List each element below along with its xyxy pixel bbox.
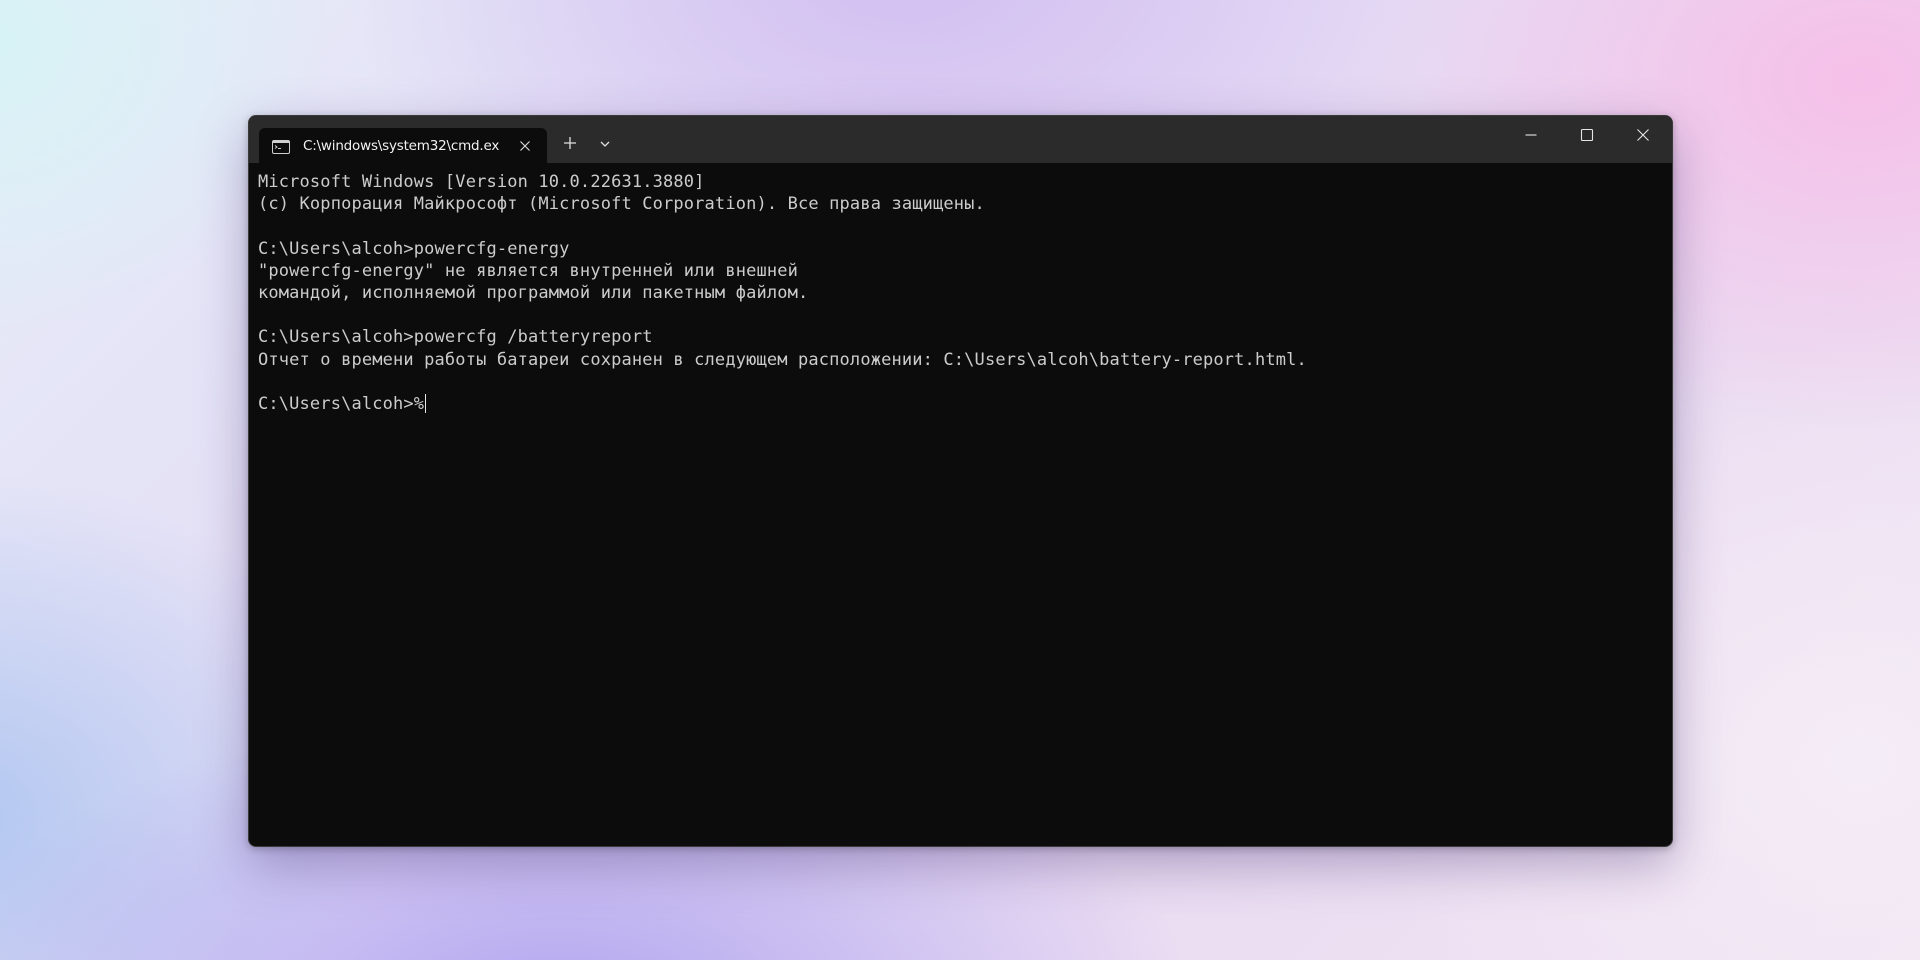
prompt: C:\Users\alcoh>: [258, 393, 414, 414]
title-bar: C:\windows\system32\cmd.ex: [249, 116, 1672, 163]
text-cursor: [425, 393, 427, 413]
close-icon[interactable]: [518, 138, 532, 152]
close-icon: [1636, 127, 1650, 146]
console-line: "powercfg-energy" не является внутренней…: [258, 260, 799, 281]
command-prompt-line[interactable]: C:\Users\alcoh>%: [258, 393, 1664, 415]
tab-cmd[interactable]: C:\windows\system32\cmd.ex: [259, 128, 547, 163]
console-line: командой, исполняемой программой или пак…: [258, 282, 809, 303]
console-line: C:\Users\alcoh>powercfg-energy: [258, 238, 570, 259]
maximize-icon: [1580, 127, 1594, 146]
close-window-button[interactable]: [1616, 116, 1670, 156]
maximize-button[interactable]: [1560, 116, 1614, 156]
new-tab-button[interactable]: [554, 128, 586, 160]
tab-dropdown-button[interactable]: [593, 128, 617, 160]
terminal-window: C:\windows\system32\cmd.ex Microsoft Win…: [248, 115, 1673, 847]
terminal-icon: [272, 139, 290, 154]
console-line: C:\Users\alcoh>powercfg /batteryreport: [258, 327, 653, 348]
chevron-down-icon: [599, 135, 611, 154]
console-output[interactable]: Microsoft Windows [Version 10.0.22631.38…: [258, 171, 1664, 838]
console-line: (c) Корпорация Майкрософт (Microsoft Cor…: [258, 194, 985, 215]
minimize-button[interactable]: [1504, 116, 1558, 156]
console-line: Отчет о времени работы батареи сохранен …: [258, 349, 1307, 370]
minimize-icon: [1524, 127, 1538, 146]
command-input[interactable]: %: [414, 394, 424, 414]
console-line: Microsoft Windows [Version 10.0.22631.38…: [258, 172, 705, 192]
tab-title: C:\windows\system32\cmd.ex: [303, 137, 500, 154]
plus-icon: [563, 135, 577, 154]
